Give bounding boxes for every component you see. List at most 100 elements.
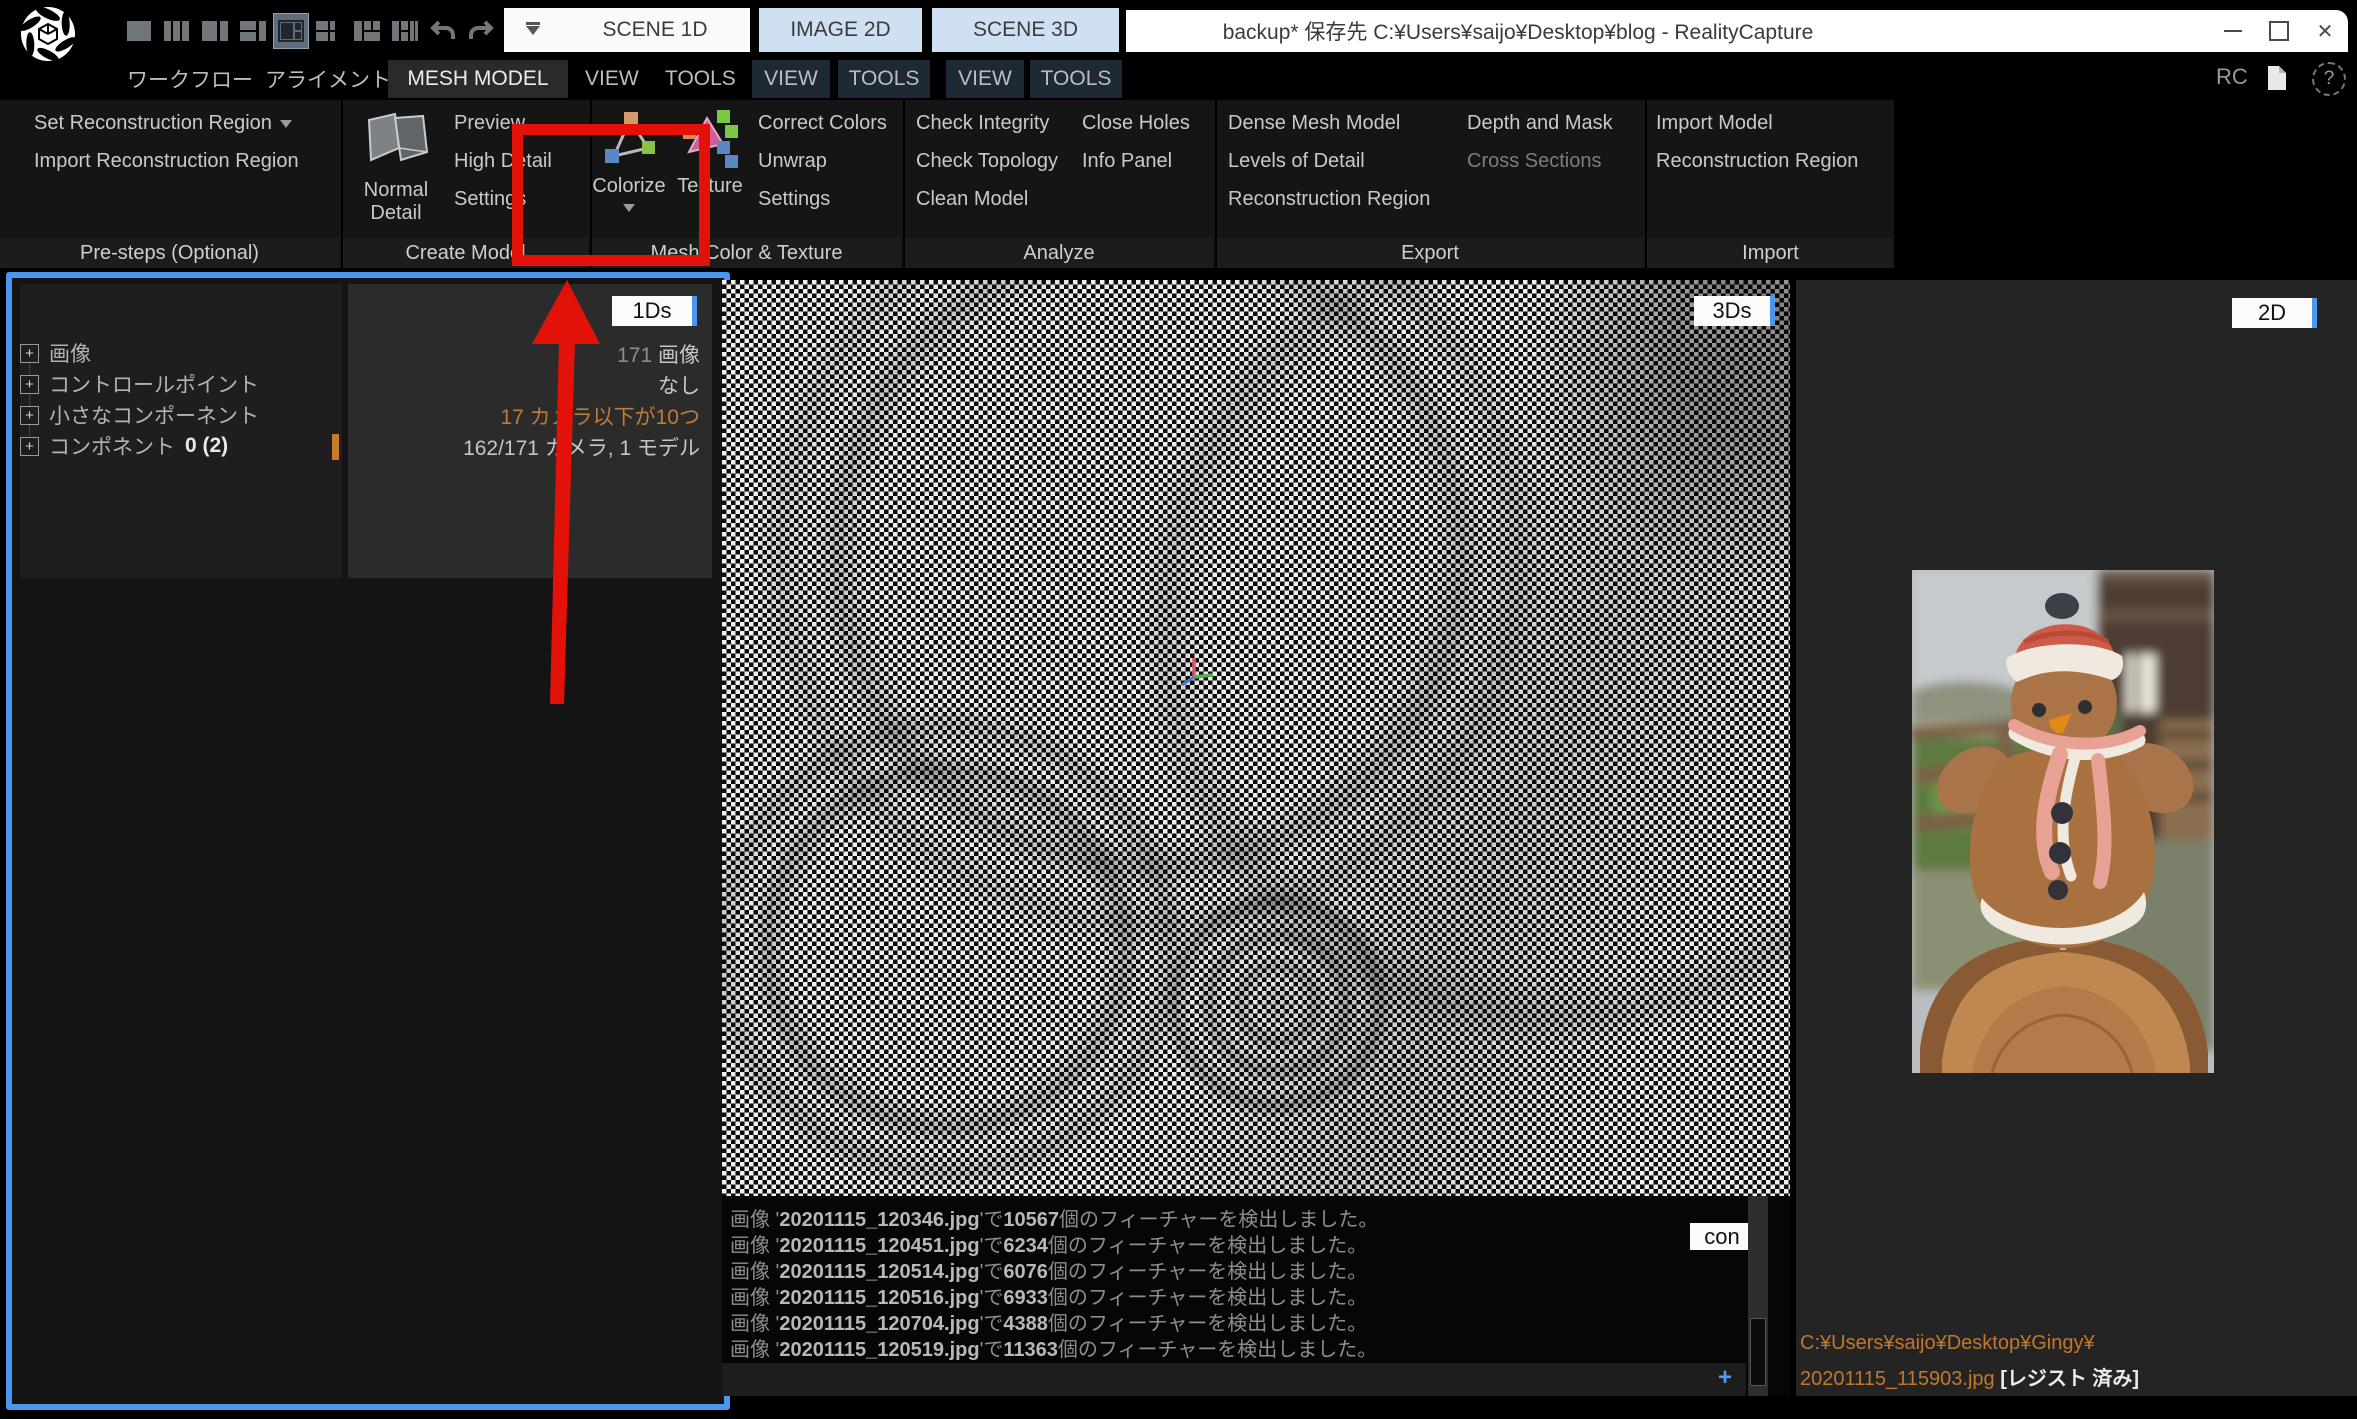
ribbon-separator [1215, 100, 1217, 268]
expand-icon[interactable]: + [20, 374, 39, 394]
log-file: 20201115_120519.jpg [779, 1339, 980, 1361]
pane-badge-3ds[interactable]: 3Ds [1694, 296, 1775, 326]
chevron-down-icon [279, 119, 292, 134]
layout-grid-icon[interactable] [312, 14, 346, 48]
log-suffix: 個のフィーチャーを検出しました。 [1057, 1339, 1378, 1361]
menu-tools-3[interactable]: TOOLS [1030, 60, 1122, 98]
ribbon-reconstruction-region-import[interactable]: Reconstruction Region [1656, 150, 1858, 173]
scrollbar-thumb[interactable] [1750, 1318, 1766, 1386]
ribbon-depth-and-mask[interactable]: Depth and Mask [1467, 112, 1613, 135]
pane-badge-1ds[interactable]: 1Ds [612, 296, 697, 326]
undo-icon[interactable] [426, 14, 460, 48]
ribbon-check-integrity[interactable]: Check Integrity [916, 112, 1049, 135]
tab-image-2d[interactable]: IMAGE 2D [759, 8, 922, 52]
tree-item[interactable]: + コンポネント 0 (2) [20, 433, 228, 459]
log-mid: 'で [979, 1261, 1004, 1283]
log-suffix: 個のフィーチャーを検出しました。 [1047, 1287, 1368, 1309]
rc-label: RC [2216, 64, 2248, 89]
app-window: SCENE 1D IMAGE 2D SCENE 3D backup* 保存先 C… [0, 0, 2357, 1419]
gingerbread-photo[interactable] [1912, 570, 2214, 1073]
layout-single-icon[interactable] [122, 14, 156, 48]
layout-main-plus-side-icon[interactable] [273, 13, 309, 49]
ribbon-clean-model[interactable]: Clean Model [916, 188, 1028, 211]
layout-three-columns-icon[interactable] [160, 14, 194, 48]
viewport-3d[interactable] [722, 280, 1790, 1196]
new-document-icon[interactable] [2266, 64, 2288, 92]
axis-gizmo-icon [1181, 658, 1214, 687]
annotation-arrow [532, 280, 600, 704]
menu-view-1[interactable]: VIEW [575, 60, 649, 98]
ribbon-import-model[interactable]: Import Model [1656, 112, 1773, 135]
title-bar: backup* 保存先 C:¥Users¥saijo¥Desktop¥blog … [1126, 10, 2348, 52]
log-line: 画像 '20201115_120519.jpg'で11363個のフィーチャーを検… [730, 1333, 1377, 1362]
redo-icon[interactable] [464, 14, 498, 48]
log-suffix: 個のフィーチャーを検出しました。 [1047, 1261, 1368, 1283]
log-file: 20201115_120516.jpg [779, 1287, 980, 1309]
menu-alignment[interactable]: アライメント [255, 60, 401, 98]
log-prefix: 画像 ' [730, 1313, 780, 1335]
stat-text: なし [658, 375, 700, 398]
tab-scene-3d[interactable]: SCENE 3D [932, 8, 1119, 52]
log-count: 6234 [1003, 1235, 1048, 1257]
tree-item[interactable]: + 小さなコンポーネント [20, 402, 269, 428]
log-line: 画像 '20201115_120451.jpg'で6234個のフィーチャーを検出… [730, 1229, 1367, 1258]
group-label-presteps: Pre-steps (Optional) [0, 238, 339, 268]
tree-item[interactable]: + 画像 [20, 340, 101, 366]
expand-icon[interactable]: + [20, 343, 39, 363]
menu-tools-2[interactable]: TOOLS [838, 60, 930, 98]
log-suffix: 個のフィーチャーを検出しました。 [1047, 1235, 1368, 1257]
ribbon-separator [341, 100, 343, 268]
minimize-button[interactable] [2210, 10, 2256, 52]
tree-item-label: 小さなコンポーネント [49, 405, 259, 428]
normal-detail-button[interactable]: Normal Detail [348, 108, 444, 225]
pane-badge-2d[interactable]: 2D [2232, 298, 2317, 328]
selection-marker [332, 434, 339, 460]
tab-image-2d-label: IMAGE 2D [790, 18, 891, 41]
layout-many-panes-icon[interactable] [388, 14, 422, 48]
log-mid: 'で [979, 1313, 1004, 1335]
help-icon[interactable]: ? [2312, 62, 2346, 96]
ribbon-reconstruction-region-export[interactable]: Reconstruction Region [1228, 188, 1430, 211]
maximize-button[interactable] [2256, 10, 2302, 52]
ribbon-check-topology[interactable]: Check Topology [916, 150, 1058, 173]
ribbon-levels-of-detail[interactable]: Levels of Detail [1228, 150, 1365, 173]
ribbon-set-reconstruction-region[interactable]: Set Reconstruction Region [34, 112, 292, 135]
close-button[interactable]: ✕ [2302, 10, 2348, 52]
layout-mixed-icon[interactable] [350, 14, 384, 48]
realitycapture-logo-icon[interactable] [16, 2, 80, 66]
menu-view-3[interactable]: VIEW [946, 60, 1024, 98]
log-file: 20201115_120346.jpg [779, 1209, 980, 1231]
tree-item-label: 画像 [49, 343, 91, 366]
tab-scene-1d[interactable]: SCENE 1D [560, 8, 750, 52]
layout-rows-left-icon[interactable] [236, 14, 270, 48]
tree-item-count: 0 (2) [185, 434, 229, 457]
expand-icon[interactable]: + [20, 405, 39, 425]
ribbon-close-holes[interactable]: Close Holes [1082, 112, 1190, 135]
group-label-analyze: Analyze [905, 238, 1213, 268]
log-file: 20201115_120704.jpg [779, 1313, 980, 1335]
log-scrollbar[interactable] [1748, 1196, 1768, 1396]
mesh-wireframe-overlay [722, 280, 1790, 1196]
ribbon-unwrap[interactable]: Unwrap [758, 150, 827, 173]
ribbon-settings-texture[interactable]: Settings [758, 188, 830, 211]
ribbon-dense-mesh-model[interactable]: Dense Mesh Model [1228, 112, 1400, 135]
menu-view-2[interactable]: VIEW [752, 60, 830, 98]
menu-mesh-model[interactable]: MESH MODEL [388, 60, 568, 98]
menu-workflow[interactable]: ワークフロー [117, 60, 263, 98]
registration-status: [レジスト 済み] [2000, 1368, 2140, 1390]
annotation-highlight-box [512, 124, 710, 266]
ribbon-import-reconstruction-region[interactable]: Import Reconstruction Region [34, 150, 299, 173]
normal-detail-label-1: Normal [363, 179, 429, 201]
log-count: 6933 [1003, 1287, 1048, 1309]
expand-console-button[interactable]: + [1718, 1364, 1732, 1392]
menu-tools-1[interactable]: TOOLS [655, 60, 746, 98]
set-reconstruction-region-label: Set Reconstruction Region [34, 112, 272, 134]
expand-icon[interactable]: + [20, 436, 39, 456]
tab-scene-3d-label: SCENE 3D [972, 18, 1079, 41]
ribbon-correct-colors[interactable]: Correct Colors [758, 112, 887, 135]
log-suffix: 個のフィーチャーを検出しました。 [1059, 1209, 1379, 1231]
log-mid: 'で [979, 1235, 1004, 1257]
ribbon-info-panel[interactable]: Info Panel [1082, 150, 1172, 173]
tree-item[interactable]: + コントロールポイント [20, 371, 269, 397]
layout-two-columns-icon[interactable] [198, 14, 232, 48]
